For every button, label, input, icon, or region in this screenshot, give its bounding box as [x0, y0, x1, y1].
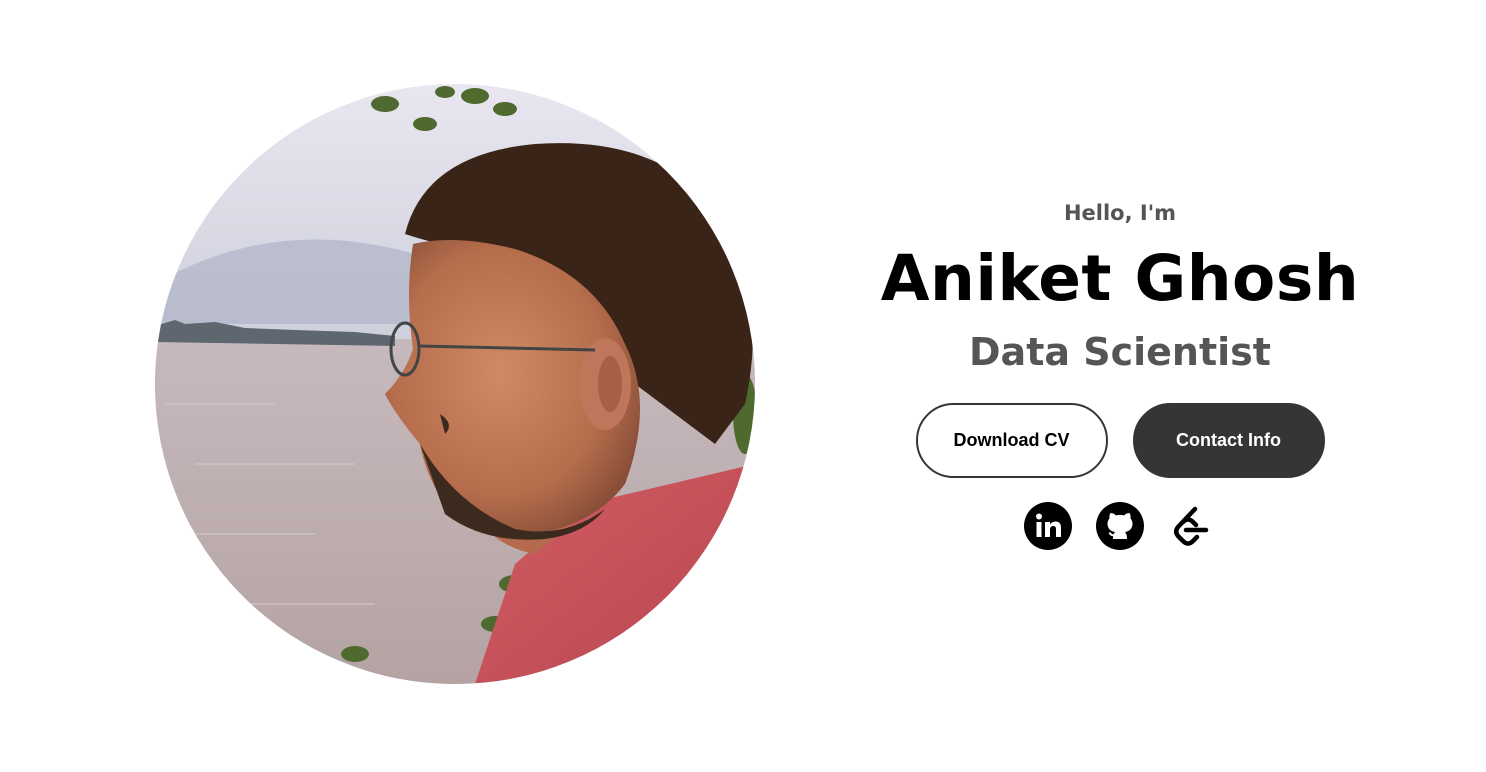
profile-photo [155, 84, 755, 684]
social-links [860, 502, 1380, 550]
profile-section: Hello, I'm Aniket Ghosh Data Scientist D… [0, 0, 1486, 772]
contact-info-button[interactable]: Contact Info [1132, 403, 1325, 478]
download-cv-button[interactable]: Download CV [915, 403, 1108, 478]
leetcode-icon[interactable] [1168, 502, 1216, 550]
greeting-text: Hello, I'm [1063, 201, 1177, 225]
button-row: Download CV Contact Info [860, 403, 1380, 478]
role-title: Data Scientist [969, 330, 1271, 374]
linkedin-icon[interactable] [1024, 502, 1072, 550]
intro-block: Hello, I'm Aniket Ghosh Data Scientist D… [860, 195, 1380, 550]
name-heading: Aniket Ghosh [880, 242, 1360, 315]
portrait-photo [155, 84, 755, 684]
github-icon[interactable] [1096, 502, 1144, 550]
